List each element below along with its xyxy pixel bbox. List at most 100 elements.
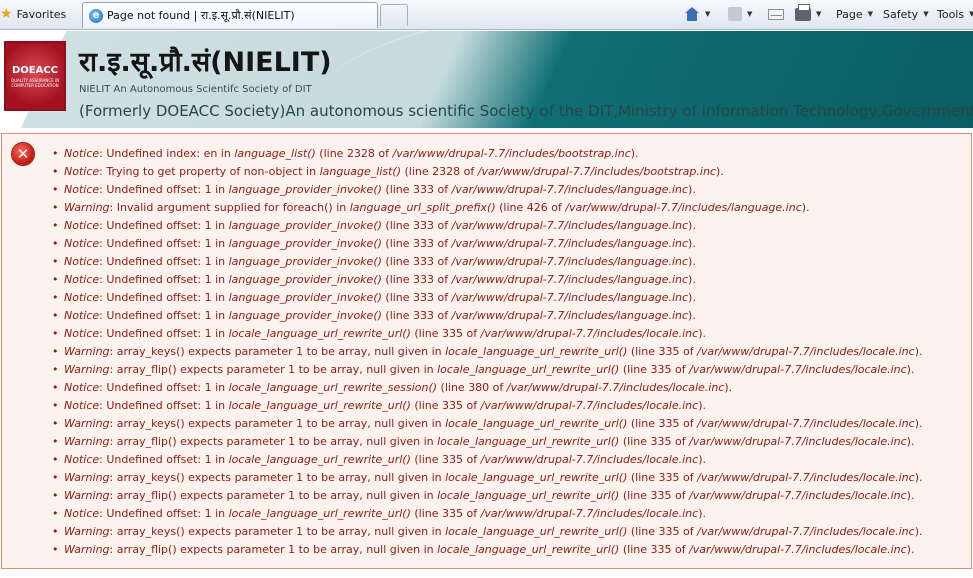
error-text: : array_flip() expects parameter 1 to be…	[109, 363, 438, 376]
browser-toolbar: ★ Favorites e Page not found | रा.इ.सू.प…	[0, 0, 973, 30]
error-line-number: 335	[658, 345, 680, 358]
error-text: : Undefined offset: 1 in	[99, 381, 229, 394]
tools-menu[interactable]: Tools ▼	[937, 5, 973, 23]
error-of: of	[434, 183, 452, 196]
error-of: of	[671, 489, 690, 502]
error-of: of	[547, 201, 566, 214]
error-line-prefix: (line	[437, 381, 469, 394]
error-of: of	[463, 327, 481, 340]
error-file-path: /var/www/drupal-7.7/includes/language.in…	[451, 255, 689, 268]
error-function: language_provider_invoke()	[228, 273, 382, 286]
error-message-item: Warning: array_keys() expects parameter …	[50, 469, 965, 487]
error-message-item: Warning: array_keys() expects parameter …	[50, 415, 965, 433]
error-line-number: 380	[468, 381, 490, 394]
error-end: ).	[906, 363, 915, 376]
error-file-path: /var/www/drupal-7.7/includes/language.in…	[451, 183, 689, 196]
home-button[interactable]: ▼	[684, 5, 710, 23]
feeds-button[interactable]: ▼	[728, 5, 752, 23]
error-line-prefix: (line	[410, 327, 443, 340]
error-end: ).	[688, 237, 696, 250]
error-message-item: Warning: array_flip() expects parameter …	[50, 433, 965, 451]
error-line-number: 333	[413, 219, 435, 232]
error-level: Warning	[64, 471, 110, 484]
error-level: Warning	[64, 345, 110, 358]
safety-menu-label: Safety	[883, 7, 919, 21]
error-line-prefix: (line	[315, 147, 347, 160]
error-end: ).	[688, 309, 696, 322]
error-line-number: 335	[650, 435, 672, 448]
browser-tab-active[interactable]: e Page not found | रा.इ.सू.प्रौ.सं(NIELI…	[82, 2, 378, 28]
error-of: of	[489, 381, 507, 394]
error-level: Notice	[64, 291, 100, 304]
error-message-item: Notice: Undefined offset: 1 in locale_la…	[50, 505, 965, 523]
chevron-down-icon[interactable]: ▼	[705, 10, 710, 18]
error-text: : Undefined offset: 1 in	[99, 309, 229, 322]
error-file-path: /var/www/drupal-7.7/includes/locale.inc	[689, 543, 907, 556]
error-level: Notice	[64, 273, 100, 286]
error-message-item: Notice: Undefined offset: 1 in locale_la…	[50, 379, 965, 397]
error-line-prefix: (line	[410, 507, 443, 520]
chevron-down-icon[interactable]: ▼	[816, 10, 821, 18]
error-file-path: /var/www/drupal-7.7/includes/locale.inc	[480, 453, 699, 466]
error-text: : Undefined offset: 1 in	[99, 237, 229, 250]
error-message-item: Notice: Undefined offset: 1 in locale_la…	[50, 451, 965, 469]
error-file-path: /var/www/drupal-7.7/includes/locale.inc	[697, 471, 915, 484]
page-menu[interactable]: Page ▼	[836, 5, 873, 23]
error-text: : Undefined offset: 1 in	[99, 453, 229, 466]
error-of: of	[434, 273, 452, 286]
error-end: ).	[688, 183, 696, 196]
error-level: Warning	[64, 201, 110, 214]
error-of: of	[463, 507, 481, 520]
error-of: of	[434, 219, 452, 232]
read-mail-button[interactable]	[768, 5, 784, 23]
error-function: locale_language_url_rewrite_session()	[228, 381, 438, 394]
error-icon: ✕	[12, 143, 34, 165]
site-logo[interactable]: DOEACC QUALITY ASSURANCE IN COMPUTER EDU…	[4, 41, 66, 111]
error-file-path: /var/www/drupal-7.7/includes/language.in…	[565, 201, 802, 214]
error-text: : Undefined offset: 1 in	[99, 183, 229, 196]
print-icon	[795, 3, 811, 21]
error-message-item: Notice: Trying to get property of non-ob…	[50, 163, 965, 181]
error-file-path: /var/www/drupal-7.7/includes/language.in…	[451, 309, 689, 322]
error-message-item: Warning: array_flip() expects parameter …	[50, 487, 965, 505]
error-text: : Undefined offset: 1 in	[99, 327, 229, 340]
error-file-path: /var/www/drupal-7.7/includes/locale.inc	[697, 525, 915, 538]
error-message-list: Notice : Undefined index: en in language_…	[50, 145, 965, 559]
error-of: of	[463, 399, 481, 412]
error-of: of	[679, 525, 698, 538]
error-function: language_provider_invoke()	[228, 309, 382, 322]
chevron-down-icon[interactable]: ▼	[747, 10, 752, 18]
site-slogan: NIELIT An Autonomous Scientifc Society o…	[79, 84, 312, 95]
error-file-path: /var/www/drupal-7.7/includes/locale.inc	[697, 417, 915, 430]
error-text: : Undefined index: en in	[99, 147, 235, 160]
error-line-number: 2328	[432, 165, 461, 178]
error-function: locale_language_url_rewrite_url()	[445, 471, 628, 484]
error-end: ).	[698, 399, 706, 412]
error-line-number: 333	[413, 273, 435, 286]
favorites-button[interactable]: ★ Favorites	[0, 4, 66, 24]
site-description: (Formerly DOEACC Society)An autonomous s…	[79, 102, 973, 120]
error-message-item: Warning: array_flip() expects parameter …	[50, 361, 965, 379]
error-message-item: Warning: Invalid argument supplied for f…	[50, 199, 965, 217]
error-of: of	[434, 309, 452, 322]
error-end: ).	[801, 201, 810, 214]
site-title[interactable]: रा.इ.सू.प्रौ.सं(NIELIT)	[79, 47, 332, 79]
error-line-number: 426	[526, 201, 548, 214]
browser-tab-title: Page not found | रा.इ.सू.प्रौ.सं(NIELIT)	[107, 9, 295, 22]
error-line-number: 2328	[346, 147, 375, 160]
error-of: of	[671, 543, 690, 556]
error-level: Notice	[64, 219, 100, 232]
new-tab-button[interactable]	[380, 4, 408, 26]
mail-icon	[768, 8, 784, 20]
error-function: language_provider_invoke()	[228, 291, 382, 304]
star-icon: ★	[0, 6, 13, 22]
error-file-path: /var/www/drupal-7.7/includes/language.in…	[451, 273, 689, 286]
error-line-prefix: (line	[381, 273, 414, 286]
error-end: ).	[688, 291, 696, 304]
error-text: : array_keys() expects parameter 1 to be…	[109, 345, 446, 358]
safety-menu[interactable]: Safety ▼	[883, 5, 929, 23]
print-button[interactable]: ▼	[795, 3, 821, 23]
favorites-label: Favorites	[16, 7, 67, 21]
error-level: Notice	[64, 255, 100, 268]
error-end: ).	[688, 273, 696, 286]
